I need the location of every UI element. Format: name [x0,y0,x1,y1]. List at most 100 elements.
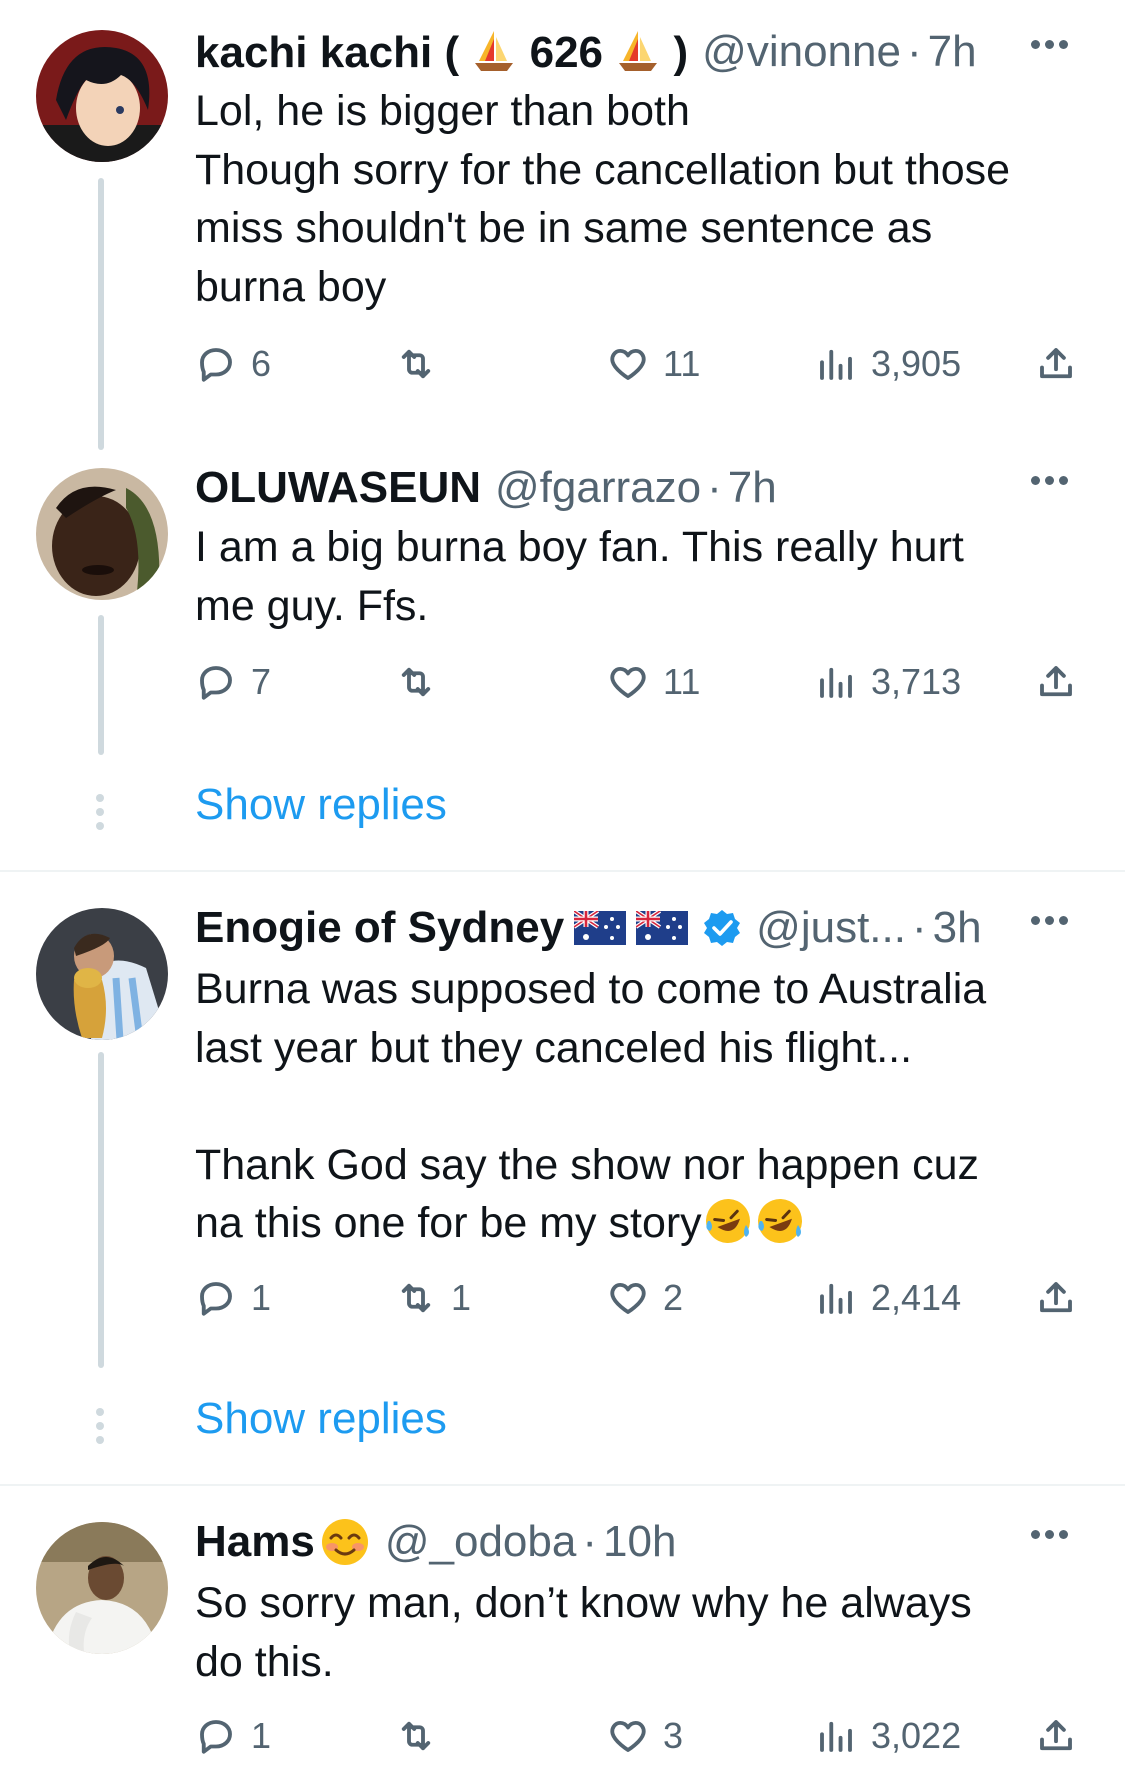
text-line: Lol, he is bigger than both [195,87,690,135]
tweet-header: OLUWASEUN @fgarrazo · 7h [195,458,1085,518]
reply-count: 6 [251,343,272,384]
views-icon [820,1283,852,1314]
reply-icon [200,1720,232,1754]
heart-icon [610,1282,646,1314]
more-icon[interactable] [1031,36,1079,72]
tweet-actions: 1 1 2 2,414 [195,1268,1095,1328]
heart-icon [610,1720,646,1752]
sailboat-emoji [475,30,514,71]
views-button[interactable]: 3,022 [815,1706,961,1766]
like-count: 11 [663,343,701,384]
smiling-face-emoji [321,1519,368,1565]
avatar-image [36,1522,168,1654]
share-icon [1040,348,1072,379]
tweet-header: Hams @_odoba · 10h [195,1512,1085,1572]
show-replies-row[interactable]: Show replies [0,772,1125,852]
text-line: do this. [195,1637,334,1686]
reply-icon [200,666,232,700]
like-count: 3 [663,1715,684,1756]
share-button[interactable] [1035,334,1077,394]
rofl-emoji [705,1199,750,1243]
retweet-button[interactable] [395,1706,451,1766]
divider [0,1484,1125,1486]
heart-icon [610,666,646,698]
tweet-actions: 6 11 3,905 [195,334,1095,394]
avatar[interactable] [36,1522,168,1654]
reply-button[interactable]: 1 [195,1268,271,1328]
views-button[interactable]: 3,713 [815,652,961,712]
display-name[interactable]: OLUWASEUN [195,463,481,513]
timestamp[interactable]: 7h [928,27,977,77]
more-icon[interactable] [1031,1526,1079,1562]
retweet-button[interactable] [395,652,451,712]
share-button[interactable] [1035,652,1077,712]
display-name[interactable]: Hams [195,1517,315,1567]
thread-line [98,178,104,450]
handle[interactable]: @fgarrazo [495,463,701,513]
timestamp[interactable]: 10h [603,1517,676,1567]
text-line: me guy. Ffs. [195,581,429,630]
like-count: 2 [663,1277,684,1318]
handle[interactable]: @vinonne [702,27,901,77]
sailboat-emoji [619,30,658,71]
display-name[interactable]: Enogie of Sydney [195,903,564,953]
like-button[interactable]: 11 [607,334,700,394]
text-line: Thank God say the show nor happen cuz [195,1140,980,1189]
views-icon [820,349,852,380]
show-replies-link[interactable]: Show replies [195,780,447,830]
tweet-actions: 1 3 3,022 [195,1706,1095,1766]
tweet-text: Lol, he is bigger than both Though sorry… [195,82,1100,316]
retweet-button[interactable]: 1 [395,1268,471,1328]
text-line: So sorry man, don’t know why he always [195,1579,972,1627]
like-button[interactable]: 2 [607,1268,683,1328]
reply-button[interactable]: 6 [195,334,271,394]
like-button[interactable]: 3 [607,1706,683,1766]
timestamp[interactable]: 7h [728,463,777,513]
handle[interactable]: @just... [756,903,906,953]
handle[interactable]: @_odoba [385,1517,577,1567]
share-button[interactable] [1035,1268,1077,1328]
tweet-header: kachi kachi ( 626 ) @vinonne · 7h [195,22,1085,82]
more-icon[interactable] [1031,472,1079,508]
thread-dots [96,794,106,834]
separator-dot: · [582,1517,597,1566]
like-button[interactable]: 11 [607,652,700,712]
thread-line [98,1052,104,1368]
text-line: burna boy [195,262,387,311]
retweet-icon [401,667,431,697]
separator-dot: · [911,903,927,952]
views-icon [820,1721,852,1752]
thread-dots [96,1408,106,1448]
divider [0,870,1125,872]
avatar[interactable] [36,908,168,1040]
text-line: Burna was supposed to come to Australia [195,965,987,1013]
views-button[interactable]: 2,414 [815,1268,961,1328]
retweet-icon [401,1721,431,1751]
avatar[interactable] [36,30,168,162]
views-button[interactable]: 3,905 [815,334,961,394]
reply-button[interactable]: 7 [195,652,271,712]
reply-count: 1 [251,1715,272,1756]
more-icon[interactable] [1031,912,1079,948]
show-replies-link[interactable]: Show replies [195,1394,447,1444]
retweet-count: 1 [451,1277,472,1318]
show-replies-row[interactable]: Show replies [0,1386,1125,1466]
verified-badge-icon [704,910,741,946]
tweet-text: So sorry man, don’t know why he always d… [195,1574,1100,1691]
heart-icon [610,348,646,380]
display-name[interactable]: kachi kachi ( 626 ) [195,27,688,78]
retweet-icon [401,1283,431,1313]
reply-button[interactable]: 1 [195,1706,271,1766]
australia-flag-emoji [574,911,627,945]
text-line: last year but they canceled his flight..… [195,1023,913,1072]
share-button[interactable] [1035,1706,1077,1766]
views-count: 3,905 [871,343,962,384]
views-count: 3,022 [871,1715,962,1756]
views-count: 2,414 [871,1277,962,1318]
timestamp[interactable]: 3h [933,903,982,953]
retweet-button[interactable] [395,334,451,394]
avatar[interactable] [36,468,168,600]
views-icon [820,667,852,698]
views-count: 3,713 [871,661,962,702]
australia-flag-emoji [636,911,689,945]
